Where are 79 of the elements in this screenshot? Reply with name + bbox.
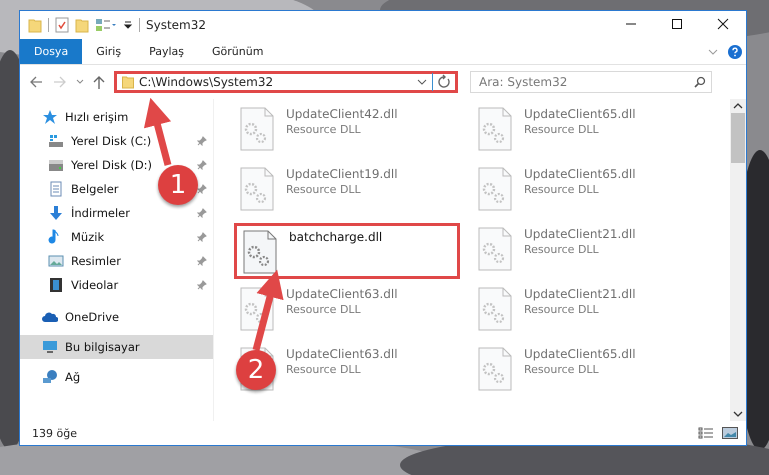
dll-file-icon [478, 167, 512, 211]
help-icon[interactable] [728, 44, 742, 58]
file-name[interactable]: UpdateClient21.dll [524, 227, 636, 241]
sidebar-item[interactable]: Müzik [20, 225, 104, 249]
file-type: Resource DLL [524, 363, 600, 376]
dll-file-icon [478, 287, 512, 331]
ribbon-tab[interactable]: Giriş [82, 39, 136, 64]
pin-icon[interactable] [197, 208, 207, 218]
scrollbar-thumb[interactable] [731, 113, 745, 163]
sidebar-item[interactable]: Belgeler [20, 177, 119, 201]
file-name[interactable]: UpdateClient65.dll [524, 347, 636, 361]
details-view-icon[interactable] [698, 427, 714, 439]
sidebar-item[interactable]: OneDrive [20, 305, 120, 329]
file-name[interactable]: UpdateClient42.dll [286, 107, 398, 121]
dll-file-icon [478, 227, 512, 271]
pin-icon[interactable] [197, 232, 207, 242]
pin-icon[interactable] [197, 136, 207, 146]
back-icon[interactable] [28, 75, 44, 89]
properties-icon[interactable] [55, 17, 69, 33]
item-count: 139 öğe [32, 426, 77, 440]
sidebar-item[interactable]: Videolar [20, 273, 118, 297]
file-type: Resource DLL [524, 243, 600, 256]
recent-icon[interactable] [76, 79, 84, 85]
pin-icon[interactable] [197, 184, 207, 194]
file-item[interactable]: batchcharge.dll [234, 223, 460, 279]
file-type: Resource DLL [524, 303, 600, 316]
dll-file-icon [243, 230, 277, 274]
file-name[interactable]: UpdateClient19.dll [286, 167, 398, 181]
ribbon-tab[interactable]: Görünüm [198, 39, 278, 64]
file-type: Resource DLL [286, 183, 362, 196]
download-icon [48, 205, 64, 221]
up-icon[interactable] [92, 74, 106, 90]
dll-file-icon [240, 107, 274, 151]
window-title: System32 [146, 18, 206, 32]
pin-icon[interactable] [197, 256, 207, 266]
sidebar-item[interactable]: Ağ [20, 365, 80, 389]
globe-icon [42, 369, 58, 385]
file-type: Resource DLL [524, 123, 600, 136]
sidebar-item[interactable]: Resimler [20, 249, 121, 273]
file-name[interactable]: UpdateClient65.dll [524, 167, 636, 181]
dll-file-icon [240, 167, 274, 211]
film-icon [48, 277, 64, 293]
file-name[interactable]: UpdateClient21.dll [524, 287, 636, 301]
file-type: Resource DLL [524, 183, 600, 196]
address-path: C:\Windows\System32 [139, 75, 274, 89]
search-field[interactable]: Ara: System32 [470, 71, 712, 93]
file-name: batchcharge.dll [289, 230, 382, 244]
dll-file-icon [240, 287, 274, 331]
pin-icon[interactable] [197, 280, 207, 290]
address-bar[interactable]: C:\Windows\System32 [114, 71, 458, 93]
dll-file-icon [478, 107, 512, 151]
chevron-icon[interactable] [708, 48, 718, 56]
pin-icon[interactable] [197, 160, 207, 170]
search-icon [694, 76, 706, 88]
file-name[interactable]: UpdateClient65.dll [524, 107, 636, 121]
file-type: Resource DLL [286, 363, 362, 376]
ribbon-tab[interactable]: Dosya [20, 39, 82, 64]
sidebar-item[interactable]: İndirmeler [20, 201, 130, 225]
large-icons-view-icon[interactable] [722, 427, 738, 439]
image-icon [48, 253, 64, 269]
file-type: Resource DLL [286, 123, 362, 136]
sidebar-item[interactable]: Yerel Disk (D:) [20, 153, 152, 177]
file-type: Resource DLL [286, 303, 362, 316]
sidebar-item[interactable]: Yerel Disk (C:) [20, 129, 152, 153]
sidebar-item[interactable]: Hızlı erişim [20, 105, 128, 129]
file-name[interactable]: UpdateClient63.dll [286, 287, 398, 301]
dropdown-icon[interactable] [123, 20, 133, 30]
file-name[interactable]: UpdateClient63.dll [286, 347, 398, 361]
ribbon-tab[interactable]: Paylaş [135, 39, 198, 64]
drive-icon [48, 157, 64, 173]
folder-icon [122, 75, 134, 89]
dll-file-icon [478, 347, 512, 391]
drive-icon [48, 133, 64, 149]
star-icon [42, 109, 58, 125]
monitor-icon [42, 339, 58, 355]
document-icon [48, 181, 64, 197]
dropdown-icon[interactable] [417, 78, 427, 86]
sidebar-item[interactable]: Bu bilgisayar [20, 335, 213, 359]
view-icon[interactable] [95, 18, 117, 32]
